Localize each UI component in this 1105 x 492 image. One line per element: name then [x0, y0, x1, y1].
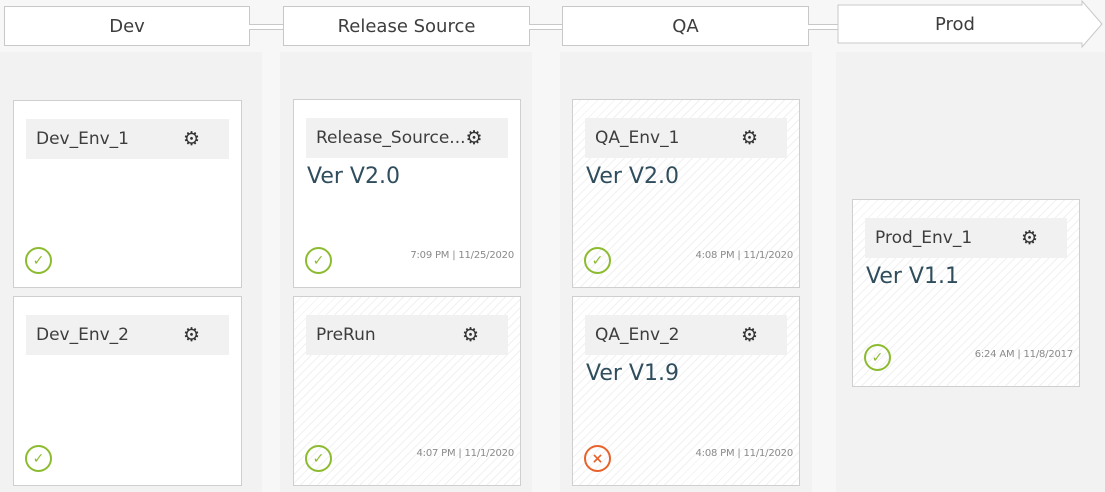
- env-name: Prod_Env_1: [875, 228, 973, 248]
- check-circle-icon: ✓: [305, 445, 332, 472]
- x-circle-icon: ×: [584, 445, 611, 472]
- hamburger-menu-icon[interactable]: [488, 132, 502, 144]
- env-card-release-source[interactable]: Release_Source... ⚙ Ver V2.0 ✓ 7:09 PM |…: [293, 99, 521, 288]
- stage-label: Dev: [109, 15, 145, 37]
- stage-connector: [249, 24, 284, 30]
- gear-icon[interactable]: ⚙: [741, 325, 758, 345]
- env-name: PreRun: [316, 325, 376, 345]
- timestamp: 4:07 PM | 11/1/2020: [416, 448, 515, 459]
- timestamp: 7:09 PM | 11/25/2020: [410, 250, 514, 261]
- card-header: Release_Source... ⚙: [306, 118, 508, 158]
- check-circle-icon: ✓: [584, 247, 611, 274]
- timestamp: 4:08 PM | 11/1/2020: [695, 250, 794, 261]
- timestamp: 6:24 AM | 11/8/2017: [974, 349, 1074, 360]
- check-circle-icon: ✓: [305, 247, 332, 274]
- stage-connector: [529, 24, 563, 30]
- version-label: Ver V2.0: [307, 164, 400, 189]
- timestamp: 4:08 PM | 11/1/2020: [695, 448, 794, 459]
- version-label: Ver V1.1: [866, 264, 959, 289]
- hamburger-menu-icon[interactable]: [484, 329, 498, 341]
- gear-icon[interactable]: ⚙: [1021, 228, 1038, 248]
- version-label: Ver V1.9: [586, 361, 679, 386]
- gear-icon[interactable]: ⚙: [183, 325, 200, 345]
- env-card-dev-env-2[interactable]: Dev_Env_2 ⚙ ✓: [13, 296, 242, 486]
- card-header: Dev_Env_1 ⚙: [26, 119, 229, 159]
- hamburger-menu-icon[interactable]: [205, 329, 219, 341]
- card-header: QA_Env_1 ⚙: [585, 118, 787, 158]
- card-header: Dev_Env_2 ⚙: [26, 315, 229, 355]
- hamburger-menu-icon[interactable]: [763, 132, 777, 144]
- env-card-dev-env-1[interactable]: Dev_Env_1 ⚙ ✓: [13, 100, 242, 288]
- gear-icon[interactable]: ⚙: [741, 128, 758, 148]
- env-card-prod-env-1[interactable]: Prod_Env_1 ⚙ Ver V1.1 ✓ 6:24 AM | 11/8/2…: [852, 199, 1080, 387]
- check-circle-icon: ✓: [25, 247, 52, 274]
- card-header: PreRun ⚙: [306, 315, 508, 355]
- env-name: Release_Source...: [316, 128, 466, 148]
- gear-icon[interactable]: ⚙: [183, 129, 200, 149]
- env-name: Dev_Env_2: [36, 325, 130, 345]
- env-name: QA_Env_1: [595, 128, 680, 148]
- stage-qa[interactable]: QA: [562, 6, 809, 46]
- env-card-qa-env-2[interactable]: QA_Env_2 ⚙ Ver V1.9 × 4:08 PM | 11/1/202…: [572, 296, 800, 486]
- stage-release-source[interactable]: Release Source: [283, 6, 530, 46]
- env-card-prerun[interactable]: PreRun ⚙ ✓ 4:07 PM | 11/1/2020: [293, 296, 521, 486]
- version-label: Ver V2.0: [586, 164, 679, 189]
- env-name: Dev_Env_1: [36, 129, 130, 149]
- stage-dev[interactable]: Dev: [4, 6, 250, 46]
- hamburger-menu-icon[interactable]: [205, 133, 219, 145]
- env-card-qa-env-1[interactable]: QA_Env_1 ⚙ Ver V2.0 ✓ 4:08 PM | 11/1/202…: [572, 99, 800, 288]
- card-header: QA_Env_2 ⚙: [585, 315, 787, 355]
- hamburger-menu-icon[interactable]: [1043, 232, 1057, 244]
- check-circle-icon: ✓: [864, 344, 891, 371]
- stage-label: Release Source: [337, 15, 476, 37]
- env-name: QA_Env_2: [595, 325, 680, 345]
- gear-icon[interactable]: ⚙: [466, 128, 483, 148]
- gear-icon[interactable]: ⚙: [462, 325, 479, 345]
- stage-label: QA: [672, 15, 699, 37]
- check-circle-icon: ✓: [25, 445, 52, 472]
- card-header: Prod_Env_1 ⚙: [865, 218, 1067, 258]
- hamburger-menu-icon[interactable]: [763, 329, 777, 341]
- stage-prod-label: Prod: [935, 13, 975, 35]
